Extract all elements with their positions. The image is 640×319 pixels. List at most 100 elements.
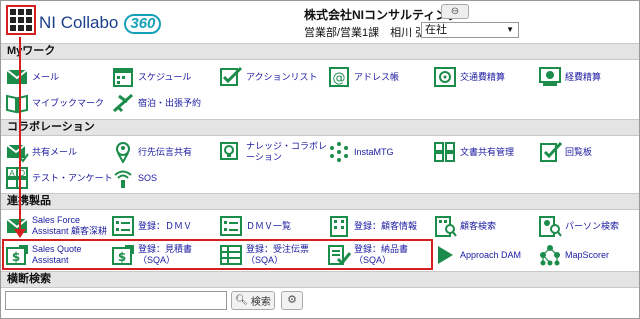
menu-label: 登録：見積書（SQA） bbox=[138, 244, 193, 265]
mail-icon bbox=[5, 66, 29, 88]
svg-text:@: @ bbox=[333, 71, 346, 86]
menu-item-action-list[interactable]: アクションリスト bbox=[219, 65, 327, 89]
person-pin-icon bbox=[111, 141, 135, 163]
menu-label: 回覧板 bbox=[565, 146, 593, 157]
menu-item-schedule[interactable]: スケジュール bbox=[111, 65, 191, 89]
app-menu-button[interactable] bbox=[6, 5, 36, 35]
menu-item-document-share[interactable]: 文書共有管理 bbox=[433, 140, 514, 164]
search-button-label: 検索 bbox=[250, 297, 271, 308]
menu-label: メール bbox=[32, 71, 60, 82]
menu-item-mapscorer[interactable]: MapScorer bbox=[538, 243, 609, 267]
menu-item-register-quote[interactable]: $ 登録：見積書（SQA） bbox=[111, 243, 217, 267]
menu-label: 経費精算 bbox=[565, 71, 602, 82]
list-icon bbox=[219, 215, 243, 237]
menu-label: パーソン検索 bbox=[565, 220, 620, 231]
menu-item-travel-booking[interactable]: 宿泊・出張予約 bbox=[111, 91, 201, 115]
quote-dollar-icon: $ bbox=[5, 244, 29, 266]
menu-label: 登録：ＤＭＶ bbox=[138, 220, 193, 231]
menu-label: 顧客検索 bbox=[460, 220, 497, 231]
table-sheet-icon bbox=[219, 244, 243, 266]
company-name: 株式会社NIコンサルティング bbox=[304, 8, 460, 22]
menu-item-person-search[interactable]: パーソン検索 bbox=[538, 214, 619, 238]
menu-item-register-order[interactable]: 登録：受注伝票（SQA） bbox=[219, 243, 325, 267]
menu-label: 行先伝言共有 bbox=[138, 146, 193, 157]
menu-item-sqa[interactable]: $ Sales Quote Assistant bbox=[5, 243, 109, 267]
gear-icon: ⚙ bbox=[287, 294, 297, 306]
search-icon: 🔍︎ bbox=[235, 295, 248, 306]
section-header-collab: コラボレーション bbox=[1, 119, 639, 136]
menu-label: 登録：顧客情報 bbox=[354, 220, 418, 231]
menu-label: InstaMTG bbox=[354, 146, 394, 157]
doc-check-icon bbox=[327, 244, 351, 266]
menu-item-transport-expense[interactable]: 交通費精算 bbox=[433, 65, 505, 89]
menu-label: アクションリスト bbox=[246, 71, 318, 82]
section-header-mywork: Myワーク bbox=[1, 43, 639, 60]
menu-label: MapScorer bbox=[565, 249, 610, 260]
menu-label: Sales Quote Assistant bbox=[32, 244, 82, 265]
menu-item-circular[interactable]: 回覧板 bbox=[538, 140, 592, 164]
menu-item-sos[interactable]: SOS bbox=[111, 166, 157, 190]
menu-item-dmv-list[interactable]: ＤＭＶ一覧 bbox=[219, 214, 291, 238]
header-bar: NI Collabo 360 株式会社NIコンサルティング ⊖ 営業部/営業1課… bbox=[1, 1, 639, 43]
menu-label: 登録：受注伝票（SQA） bbox=[246, 244, 310, 265]
lightbulb-icon bbox=[219, 141, 243, 163]
shared-mail-icon bbox=[5, 141, 29, 163]
chevron-down-icon: ▼ bbox=[506, 25, 514, 34]
user-department: 営業部/営業1課 相川 弘 bbox=[304, 27, 427, 39]
person-search-icon bbox=[538, 215, 562, 237]
logo: NI Collabo 360 bbox=[39, 13, 162, 35]
status-value: 在社 bbox=[425, 24, 447, 36]
menu-label: Approach DAM bbox=[460, 249, 522, 260]
section-header-search: 横断検索 bbox=[1, 271, 639, 288]
svg-text:$: $ bbox=[12, 250, 20, 264]
menu-label: ＤＭＶ一覧 bbox=[246, 220, 292, 231]
menu-item-shared-mail[interactable]: 共有メール bbox=[5, 140, 77, 164]
at-sign-icon: @ bbox=[327, 66, 351, 88]
plane-icon bbox=[111, 92, 135, 114]
menu-label: ナレッジ・コラボレーション bbox=[246, 141, 328, 162]
menu-label: SOS bbox=[138, 172, 158, 183]
menu-item-approach-dam[interactable]: Approach DAM bbox=[433, 243, 521, 267]
building-icon bbox=[327, 215, 351, 237]
building-search-icon bbox=[433, 215, 457, 237]
cross-search-input[interactable] bbox=[5, 291, 227, 310]
calendar-icon bbox=[111, 66, 135, 88]
menu-item-register-dmv[interactable]: 登録：ＤＭＶ bbox=[111, 214, 192, 238]
network-icon bbox=[538, 244, 562, 266]
test-sheet-icon: AQ bbox=[5, 167, 29, 189]
menu-item-register-customer[interactable]: 登録：顧客情報 bbox=[327, 214, 417, 238]
logo-text: NI Collabo bbox=[39, 13, 119, 32]
portal-window: NI Collabo 360 株式会社NIコンサルティング ⊖ 営業部/営業1課… bbox=[0, 0, 640, 319]
menu-label: Sales Force Assistant 顧客深耕 bbox=[32, 215, 108, 236]
menu-item-expense[interactable]: 経費精算 bbox=[538, 65, 601, 89]
link-icon-button[interactable]: ⊖ bbox=[441, 4, 469, 19]
dots-circle-icon bbox=[327, 141, 351, 163]
menu-item-whereabouts[interactable]: 行先伝言共有 bbox=[111, 140, 192, 164]
menu-item-customer-search[interactable]: 顧客検索 bbox=[433, 214, 496, 238]
menu-item-register-delivery[interactable]: 登録：納品書（SQA） bbox=[327, 243, 431, 267]
checklist-icon bbox=[219, 66, 243, 88]
svg-text:A: A bbox=[9, 169, 15, 178]
menu-label: テスト・アンケート bbox=[32, 172, 113, 183]
svg-text:$: $ bbox=[118, 250, 126, 264]
status-select[interactable]: 在社 ▼ bbox=[421, 22, 519, 38]
menu-item-mail[interactable]: メール bbox=[5, 65, 59, 89]
menu-label: アドレス帳 bbox=[354, 71, 400, 82]
annotation-line bbox=[19, 37, 21, 237]
form-icon bbox=[111, 215, 135, 237]
signal-icon bbox=[111, 167, 135, 189]
menu-item-address-book[interactable]: @ アドレス帳 bbox=[327, 65, 399, 89]
quote-dollar-icon: $ bbox=[111, 244, 135, 266]
menu-item-knowledge[interactable]: ナレッジ・コラボレーション bbox=[219, 140, 327, 164]
menu-item-test-survey[interactable]: AQ テスト・アンケート bbox=[5, 166, 113, 190]
annotation-arrow-icon bbox=[14, 229, 26, 238]
folders-icon bbox=[433, 141, 457, 163]
menu-label: 共有メール bbox=[32, 146, 78, 157]
clipboard-check-icon bbox=[538, 141, 562, 163]
menu-label: 交通費精算 bbox=[460, 71, 506, 82]
search-button[interactable]: 🔍︎ 検索 bbox=[231, 291, 275, 310]
menu-item-instamtg[interactable]: InstaMTG bbox=[327, 140, 394, 164]
safe-icon bbox=[433, 66, 457, 88]
gear-button[interactable]: ⚙ bbox=[281, 291, 303, 310]
grid-icon bbox=[10, 9, 32, 31]
